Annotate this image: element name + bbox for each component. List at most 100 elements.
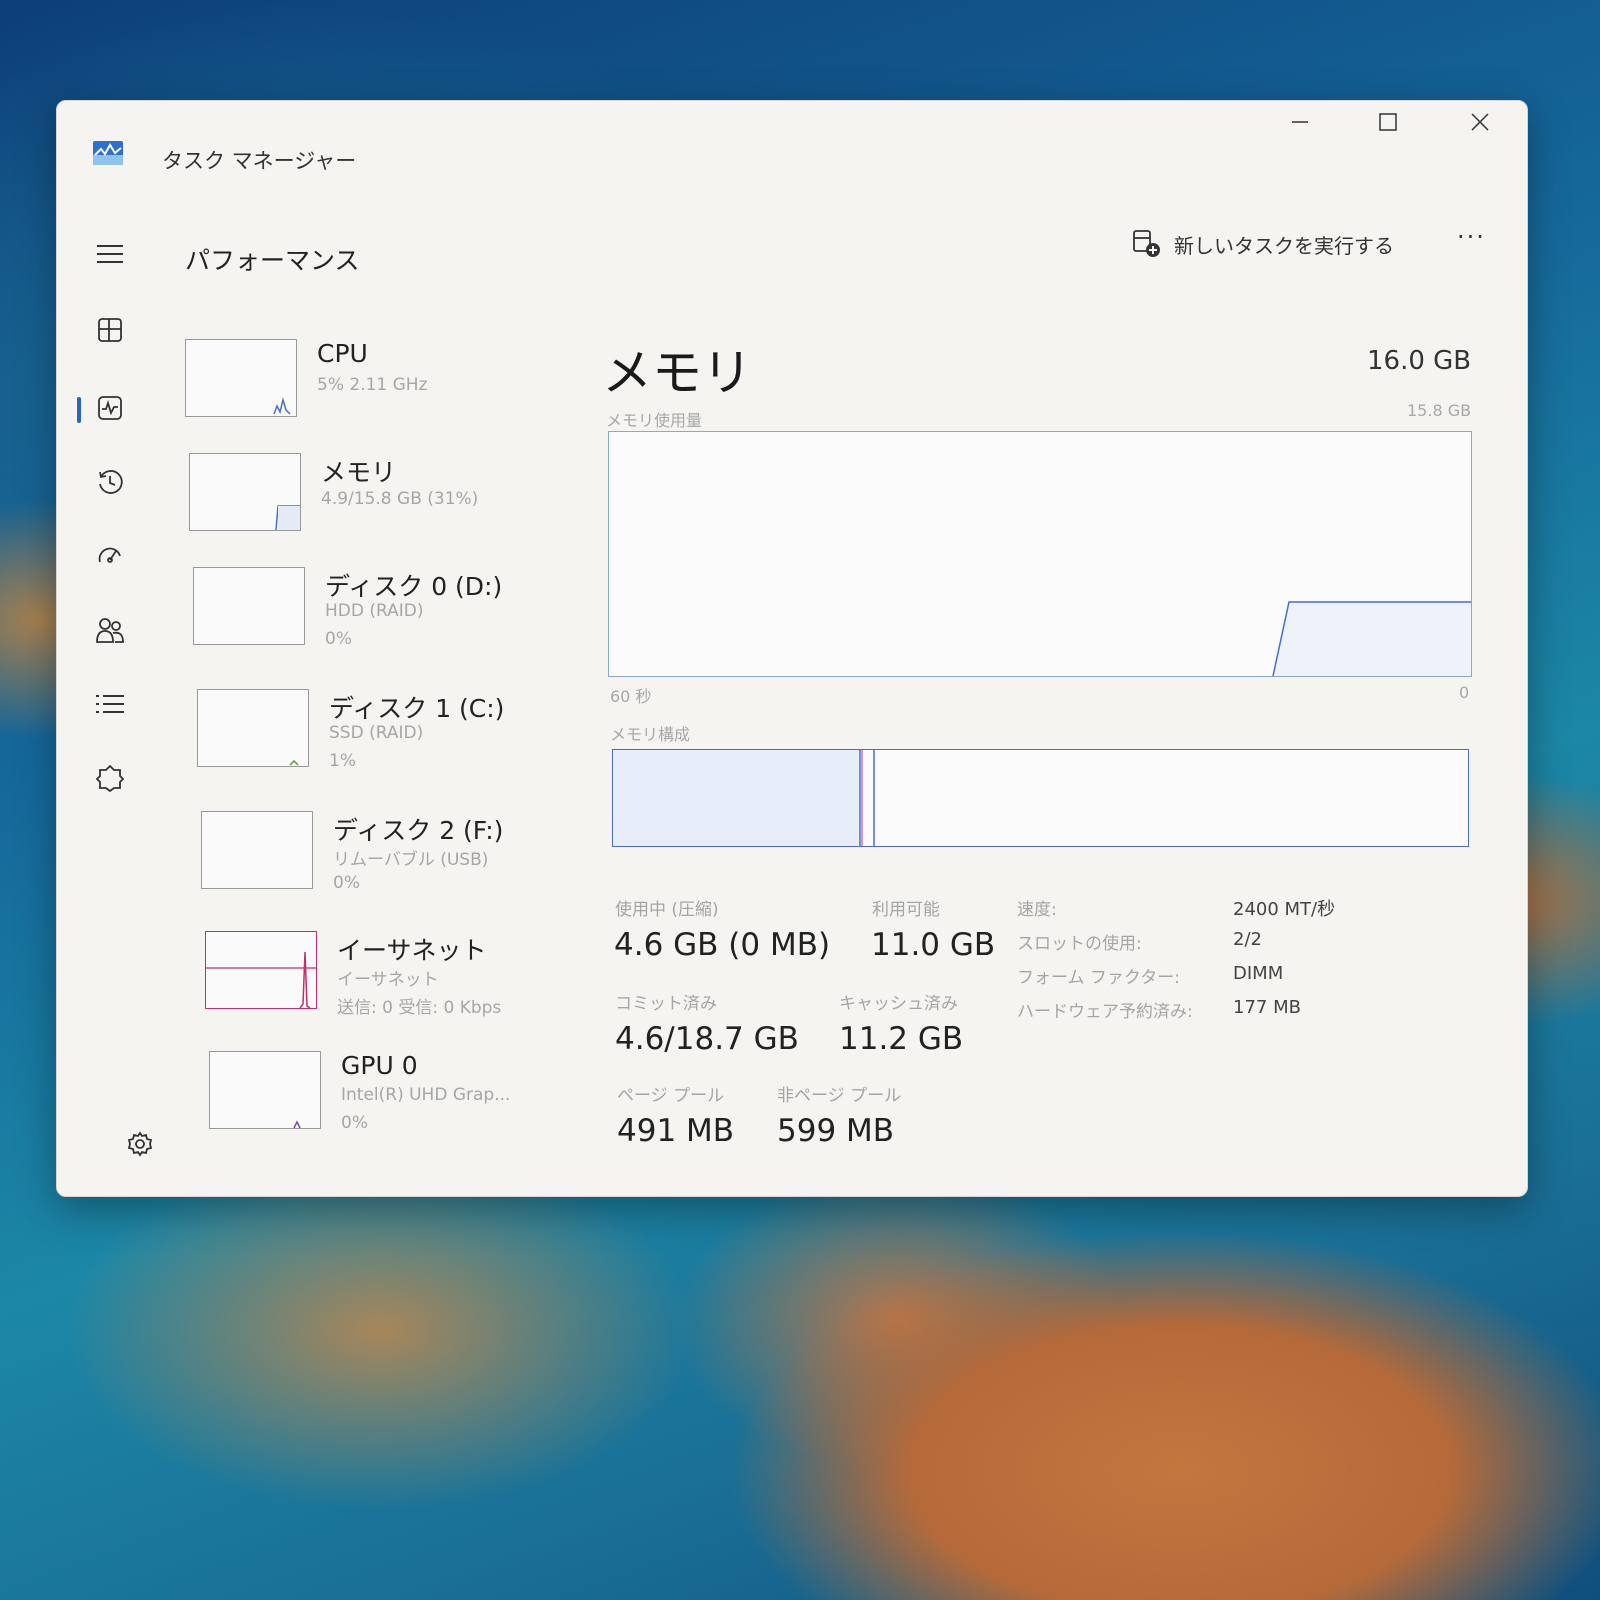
close-button[interactable] [1457,105,1503,139]
device-name: CPU [317,339,368,368]
memory-sparkline [275,505,300,531]
device-name: ディスク 2 (F:) [333,816,504,845]
nav-settings[interactable] [125,1129,155,1159]
disk-1-sparkline [289,759,299,766]
disk-2-thumbnail-graph [201,811,313,889]
device-name: ディスク 1 (C:) [329,694,505,723]
slots-used-value: 2/2 [1233,929,1262,950]
active-nav-indicator [77,397,81,423]
gpu-sparkline [293,1120,301,1129]
device-name: ディスク 0 (D:) [325,572,503,601]
device-item-disk-1[interactable]: ディスク 1 (C:) SSD (RAID) 1% [197,689,577,784]
device-item-cpu[interactable]: CPU 5% 2.11 GHz [185,339,565,434]
graph-time-right-label: 0 [1459,683,1470,702]
nav-app-history[interactable] [95,467,125,497]
device-detail: SSD (RAID) [329,723,424,743]
memory-thumbnail-graph [189,453,301,531]
device-usage: 0% [325,629,352,649]
committed-value: 4.6/18.7 GB [615,1021,799,1057]
close-icon [1471,113,1489,131]
more-options-button[interactable]: ··· [1457,223,1486,251]
available-value: 11.0 GB [871,927,996,963]
nav-users[interactable] [95,615,125,645]
committed-label: コミット済み [615,994,717,1014]
device-detail: リムーバブル (USB) [333,850,489,870]
paged-pool-label: ページ プール [617,1086,725,1106]
maximize-icon [1379,113,1397,131]
new-task-icon [1133,230,1160,257]
disk-1-thumbnail-graph [197,689,309,767]
minimize-button[interactable] [1277,105,1323,139]
startup-apps-icon [98,547,121,563]
available-label: 利用可能 [872,900,940,920]
device-item-ethernet[interactable]: イーサネット イーサネット 送信: 0 受信: 0 Kbps [205,931,585,1026]
device-throughput: 送信: 0 受信: 0 Kbps [337,998,502,1018]
device-item-disk-2[interactable]: ディスク 2 (F:) リムーバブル (USB) 0% [201,811,581,906]
performance-icon [98,396,122,420]
nonpaged-pool-label: 非ページ プール [777,1086,902,1106]
in-use-label: 使用中 (圧縮) [615,900,719,920]
device-detail: Intel(R) UHD Grap... [341,1085,511,1105]
processes-icon [98,318,122,342]
task-manager-window: タスク マネージャー パフォーマンス 新しいタスクを実行する ··· CPU 5… [56,100,1528,1197]
in-use-value: 4.6 GB (0 MB) [614,927,831,963]
hardware-reserved-value: 177 MB [1233,997,1301,1018]
app-history-icon [99,470,123,494]
run-new-task-label: 新しいタスクを実行する [1174,233,1394,258]
details-icon [96,695,124,713]
speed-value: 2400 MT/秒 [1233,899,1336,920]
memory-usage-graph-max: 15.8 GB [1407,401,1472,420]
device-detail: 4.9/15.8 GB (31%) [321,489,479,509]
maximize-button[interactable] [1365,105,1411,139]
device-name: メモリ [321,458,397,487]
paged-pool-value: 491 MB [617,1113,735,1149]
ethernet-sparkline [206,951,316,1009]
memory-total: 16.0 GB [1367,346,1472,376]
nav-details[interactable] [95,689,125,719]
cpu-sparkline [273,397,291,415]
memory-heading: メモリ [602,344,752,402]
memory-composition-label: メモリ構成 [610,725,691,744]
page-title: パフォーマンス [185,246,360,275]
device-item-gpu-0[interactable]: GPU 0 Intel(R) UHD Grap... 0% [209,1051,589,1146]
form-factor-value: DIMM [1233,963,1284,984]
device-detail: イーサネット [337,970,439,990]
device-usage: 0% [341,1113,368,1133]
device-detail: HDD (RAID) [325,601,424,621]
run-new-task-button[interactable]: 新しいタスクを実行する [1132,229,1394,259]
settings-gear-icon [127,1131,153,1157]
device-usage: 0% [333,873,360,893]
hardware-reserved-key: ハードウェア予約済み: [1017,1002,1193,1022]
nav-performance[interactable] [95,393,125,423]
device-name: GPU 0 [341,1051,418,1080]
cached-label: キャッシュ済み [839,994,958,1014]
device-usage: 1% [329,751,356,771]
device-detail: 5% 2.11 GHz [317,375,428,395]
hamburger-menu-icon [97,245,123,263]
device-name: イーサネット [337,936,487,965]
nav-startup-apps[interactable] [95,541,125,571]
users-icon [96,618,124,643]
nav-services[interactable] [95,763,125,793]
minimize-icon [1292,121,1308,123]
memory-composition-segments [613,750,875,846]
memory-usage-graph [608,431,1472,677]
device-item-disk-0[interactable]: ディスク 0 (D:) HDD (RAID) 0% [193,567,573,662]
window-title: タスク マネージャー [162,149,357,173]
form-factor-key: フォーム ファクター: [1017,968,1180,988]
cpu-thumbnail-graph [185,339,297,417]
nonpaged-pool-value: 599 MB [777,1113,895,1149]
speed-key: 速度: [1017,900,1057,920]
gpu-thumbnail-graph [209,1051,321,1129]
memory-usage-line [1272,601,1471,677]
graph-time-left-label: 60 秒 [610,687,652,706]
slots-used-key: スロットの使用: [1017,934,1142,954]
disk-0-thumbnail-graph [193,567,305,645]
services-icon [96,764,124,792]
memory-usage-graph-label: メモリ使用量 [606,411,703,430]
memory-composition-bar [612,749,1469,847]
ethernet-thumbnail-graph [205,931,317,1009]
device-item-memory[interactable]: メモリ 4.9/15.8 GB (31%) [189,453,569,548]
menu-button[interactable] [95,239,125,269]
nav-processes[interactable] [95,315,125,345]
